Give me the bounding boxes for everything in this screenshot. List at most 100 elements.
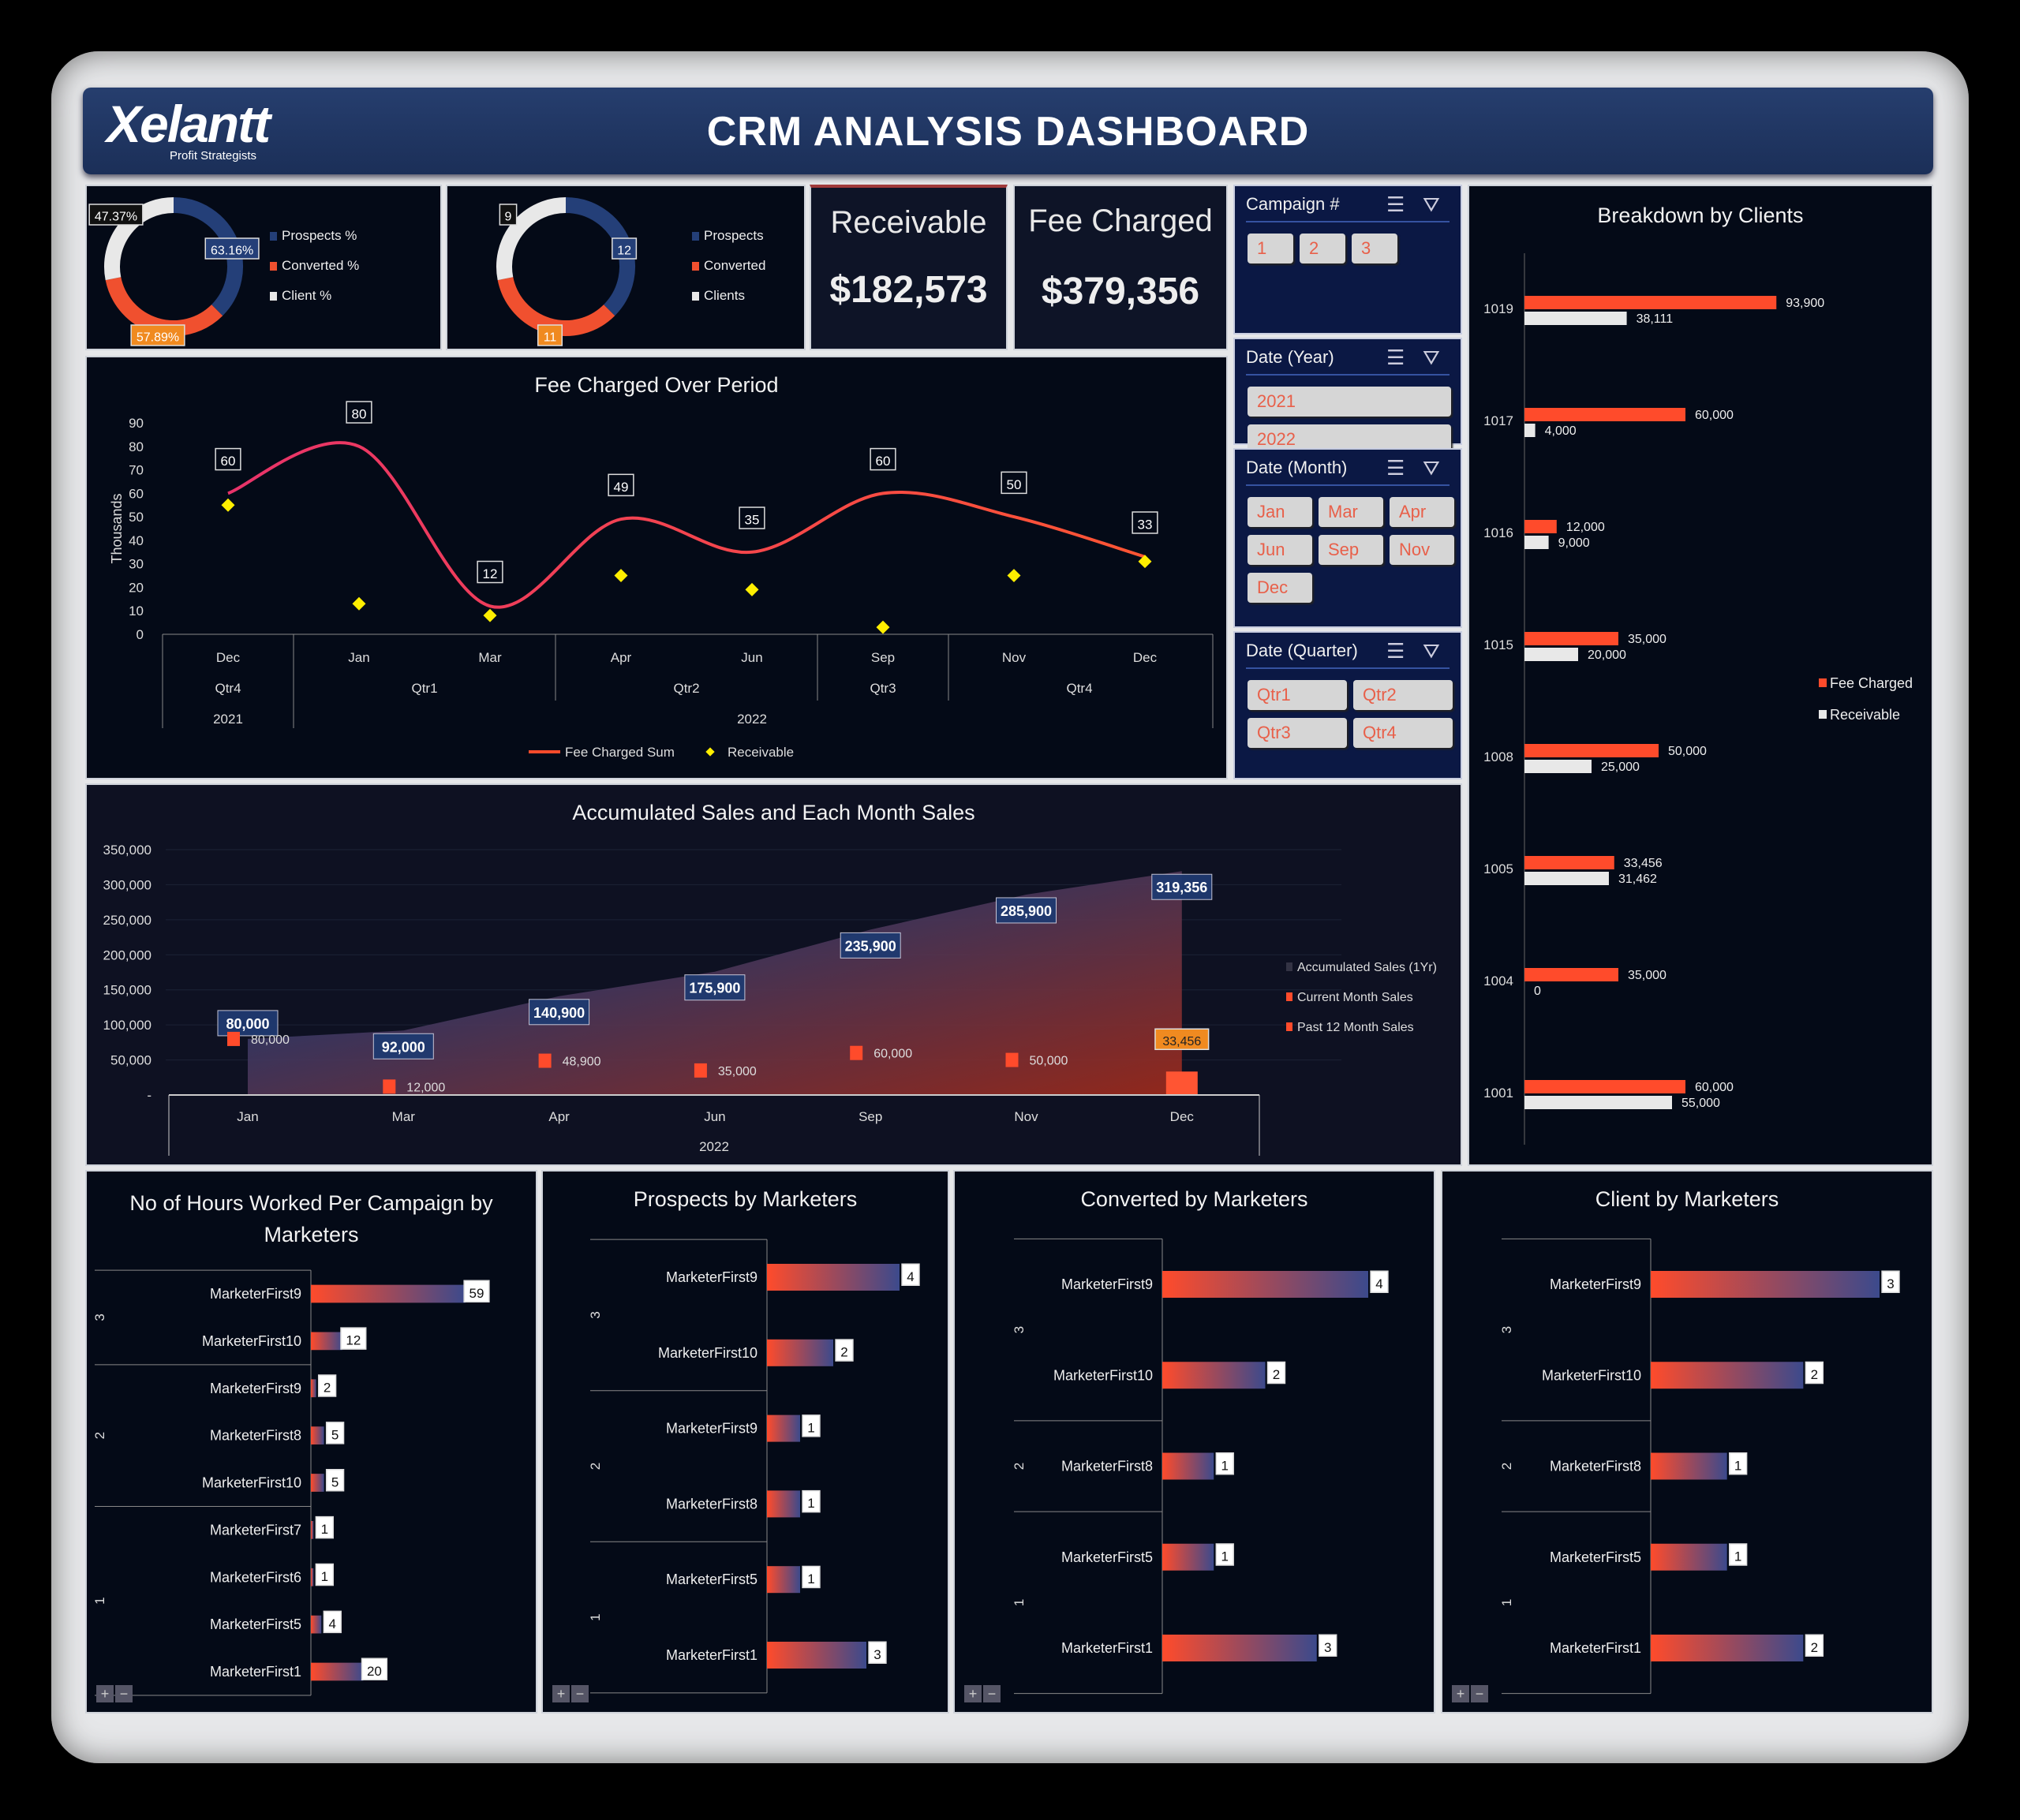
clear-filter-icon[interactable]: ⛛ — [1423, 346, 1440, 371]
clear-filter-icon[interactable]: ⛛ — [1423, 192, 1440, 218]
outline-buttons: + − — [96, 1685, 133, 1702]
marketer-bar — [311, 1474, 324, 1492]
slicer-item-jun[interactable]: Jun — [1248, 535, 1312, 565]
slicer-item-sep[interactable]: Sep — [1319, 535, 1383, 565]
slicer-item-qtr1[interactable]: Qtr1 — [1248, 680, 1347, 710]
donut-segment — [497, 276, 615, 336]
expand-button[interactable]: + — [552, 1685, 570, 1702]
y-tick-label: 10 — [129, 604, 144, 619]
receivable-marker — [1007, 569, 1021, 583]
legend-label: Receivable — [1830, 707, 1900, 723]
marketer-label: MarketerFirst9 — [1061, 1276, 1153, 1292]
marketer-bar — [1162, 1362, 1266, 1389]
bar-data-label: 38,111 — [1637, 312, 1674, 326]
slicer-item-qtr3[interactable]: Qtr3 — [1248, 718, 1347, 748]
slicer-item-qtr2[interactable]: Qtr2 — [1353, 680, 1453, 710]
marketer-label: MarketerFirst9 — [1550, 1276, 1641, 1292]
slicer-item-nov[interactable]: Nov — [1390, 535, 1454, 565]
outline-buttons: + − — [552, 1685, 589, 1702]
fee-charged-bar — [1524, 856, 1614, 869]
hours-worked-panel: No of Hours Worked Per Campaign by Marke… — [85, 1170, 537, 1713]
collapse-button[interactable]: − — [571, 1685, 589, 1702]
campaign-group-label: 1 — [588, 1613, 603, 1620]
clients-bar-chart: 1019 93,900 38,111 1017 60,000 4,000 1016 12,00… — [1483, 253, 1913, 1145]
x-tick-label: Jun — [741, 650, 762, 665]
marketer-bar — [1162, 1543, 1214, 1571]
marketer-bar — [311, 1568, 314, 1586]
clear-filter-icon[interactable]: ⛛ — [1423, 639, 1440, 664]
collapse-button[interactable]: − — [115, 1685, 133, 1702]
marketer-bar — [311, 1426, 324, 1445]
current-month-data-label: 50,000 — [1030, 1055, 1068, 1068]
multi-select-icon[interactable]: ☰ — [1386, 346, 1405, 370]
legend-label: Current Month Sales — [1297, 991, 1413, 1004]
year-label: 2021 — [213, 712, 243, 727]
slicer-item-qtr4[interactable]: Qtr4 — [1353, 718, 1453, 748]
marketer-label: MarketerFirst9 — [210, 1381, 301, 1396]
marketer-bar — [1162, 1635, 1317, 1661]
slicer-date-year-: Date (Year) ☰ ⛛ 2021 2022 — [1233, 338, 1462, 454]
legend-swatch — [692, 292, 699, 301]
marketer-label: MarketerFirst1 — [210, 1664, 301, 1680]
slicer-item-apr[interactable]: Apr — [1390, 497, 1454, 527]
legend-swatch — [692, 262, 699, 271]
x-tick-label: Dec — [1133, 650, 1158, 665]
bar-data-label: 60,000 — [1695, 409, 1734, 422]
bar-data-label: 60,000 — [1695, 1081, 1734, 1094]
expand-button[interactable]: + — [964, 1685, 982, 1702]
fee-data-label: 60 — [221, 454, 236, 469]
quarter-label: Qtr1 — [411, 681, 437, 696]
x-tick-label: Mar — [392, 1109, 416, 1124]
expand-button[interactable]: + — [1452, 1685, 1469, 1702]
campaign-group-label: 2 — [92, 1432, 107, 1439]
slicer-item-2021[interactable]: 2021 — [1248, 387, 1451, 417]
multi-select-icon[interactable]: ☰ — [1386, 192, 1405, 217]
fee-data-label: 50 — [1007, 477, 1022, 492]
y-tick-label: 100,000 — [103, 1018, 152, 1033]
multi-select-icon[interactable]: ☰ — [1386, 456, 1405, 480]
slicer-item-dec[interactable]: Dec — [1248, 573, 1312, 603]
slicer-item-mar[interactable]: Mar — [1319, 497, 1383, 527]
campaign-group-label: 3 — [92, 1314, 107, 1321]
slicer-item-2[interactable]: 2 — [1300, 234, 1345, 263]
y-tick-label: 350,000 — [103, 843, 152, 858]
current-month-marker — [227, 1031, 240, 1046]
header-bar: Xelantt Profit Strategists CRM ANALYSIS D… — [83, 88, 1933, 174]
expand-button[interactable]: + — [96, 1685, 114, 1702]
fee-charged-over-period-panel: Fee Charged Over Period 0 10 20 30 40 50 60 70 8… — [85, 356, 1228, 779]
receivable-marker — [221, 498, 235, 512]
bar-data-label: 5 — [331, 1474, 339, 1489]
collapse-button[interactable]: − — [983, 1685, 1001, 1702]
bar-data-label: 25,000 — [1601, 761, 1640, 774]
donut-count-panel: 12 11 9 Prospects Converted Clients — [446, 185, 806, 350]
slicer-item-3[interactable]: 3 — [1352, 234, 1397, 263]
slicer-item-jan[interactable]: Jan — [1248, 497, 1312, 527]
y-tick-label: 90 — [129, 416, 144, 431]
quarter-label: Qtr3 — [870, 681, 896, 696]
legend-label: Clients — [704, 288, 745, 303]
year-label: 2022 — [699, 1139, 729, 1154]
slicer-item-1[interactable]: 1 — [1248, 234, 1293, 263]
marketer-label: MarketerFirst5 — [666, 1571, 758, 1587]
fee-charged-line — [227, 441, 1146, 609]
collapse-button[interactable]: − — [1471, 1685, 1488, 1702]
legend-label: Prospects — [704, 228, 764, 243]
outline-buttons: + − — [1452, 1685, 1488, 1702]
bar-data-label: 1 — [1734, 1458, 1741, 1473]
bar-data-label: 2 — [840, 1345, 847, 1360]
client-id-label: 1016 — [1483, 525, 1513, 540]
y-tick-label: 20 — [129, 580, 144, 595]
donut-data-label: 47.37% — [95, 210, 137, 223]
fee-charged-bar — [1524, 520, 1557, 533]
receivable-marker — [876, 620, 890, 634]
clear-filter-icon[interactable]: ⛛ — [1423, 456, 1440, 481]
accumulated-data-label: 140,900 — [533, 1005, 585, 1021]
bar-data-label: 1 — [807, 1420, 814, 1435]
receivable-bar — [1524, 312, 1627, 325]
campaign-group-label: 2 — [1499, 1463, 1514, 1470]
client-id-label: 1017 — [1483, 413, 1513, 428]
accumulated-data-label: 80,000 — [226, 1016, 269, 1032]
multi-select-icon[interactable]: ☰ — [1386, 639, 1405, 663]
fee-charged-bar — [1524, 744, 1659, 757]
marketer-bar — [1162, 1271, 1368, 1298]
